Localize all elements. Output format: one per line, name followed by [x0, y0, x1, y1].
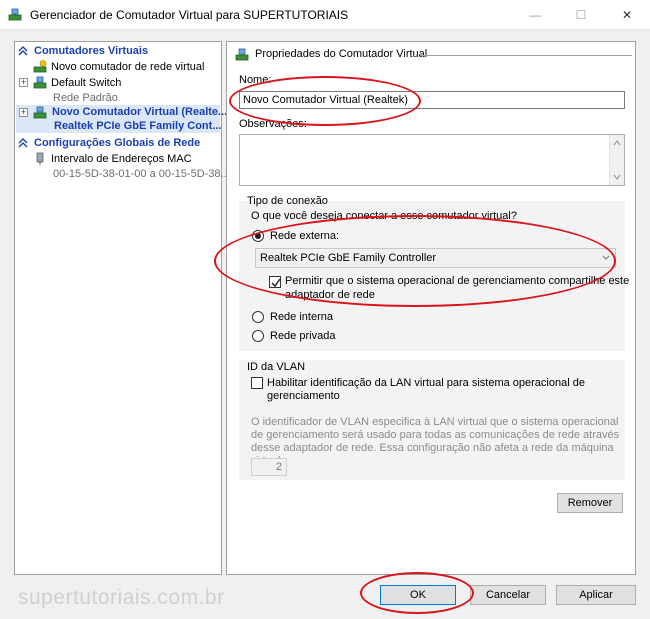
- external-network-radio[interactable]: [252, 230, 264, 242]
- properties-title: Propriedades do Comutador Virtual: [235, 47, 632, 63]
- remove-button[interactable]: Remover: [557, 493, 623, 513]
- section-global-settings-label: Configurações Globais de Rede: [34, 137, 201, 149]
- private-network-radio[interactable]: [252, 330, 264, 342]
- minimize-button[interactable]: —: [512, 0, 558, 30]
- section-virtual-switches-label: Comutadores Virtuais: [34, 45, 149, 57]
- network-switch-icon: [235, 48, 249, 61]
- apply-button[interactable]: Aplicar: [556, 585, 636, 605]
- internal-network-radio[interactable]: [252, 311, 264, 323]
- title-bar: Gerenciador de Comutador Virtual para SU…: [0, 0, 650, 30]
- properties-title-label: Propriedades do Comutador Virtual: [255, 48, 428, 60]
- vlan-enable-label-line1: Habilitar identificação da LAN virtual p…: [267, 377, 585, 389]
- expand-icon[interactable]: +: [19, 108, 28, 117]
- tree-item-mac-range[interactable]: Intervalo de Endereços MAC: [15, 151, 221, 167]
- chevron-up-icon: [18, 138, 28, 148]
- tree-item-default-switch-label: Default Switch: [51, 77, 122, 89]
- external-network-label: Rede externa:: [270, 230, 340, 242]
- vlan-id-input[interactable]: 2: [251, 458, 287, 476]
- mac-range-subtitle: 00-15-5D-38-01-00 a 00-15-5D-38...: [53, 168, 230, 180]
- maximize-button[interactable]: ☐: [558, 0, 604, 30]
- vlan-enable-checkbox[interactable]: [251, 377, 263, 389]
- allow-mgmt-checkbox[interactable]: [269, 276, 281, 288]
- network-adapter-icon: [36, 152, 44, 165]
- name-label: Nome:: [239, 74, 272, 86]
- notes-scrollbar[interactable]: [609, 135, 624, 185]
- chevron-down-icon: [602, 255, 610, 260]
- divider: [420, 55, 632, 56]
- checkmark-icon: [271, 278, 281, 288]
- notes-textarea[interactable]: [239, 134, 625, 186]
- network-switch-icon: [33, 106, 47, 119]
- cancel-button[interactable]: Cancelar: [470, 585, 546, 605]
- name-input[interactable]: Novo Comutador Virtual (Realtek): [239, 91, 625, 109]
- chevron-up-icon: [18, 46, 28, 56]
- adapter-select-value: Realtek PCIe GbE Family Controller: [260, 252, 437, 264]
- notes-label: Observações:: [239, 118, 307, 130]
- tree-item-mac-range-label: Intervalo de Endereços MAC: [51, 153, 192, 165]
- scroll-down-icon[interactable]: [613, 173, 621, 181]
- window-title: Gerenciador de Comutador Virtual para SU…: [30, 8, 349, 22]
- new-switch-icon: [33, 60, 47, 73]
- connection-type-title: Tipo de conexão: [247, 195, 328, 207]
- default-switch-subtitle: Rede Padrão: [53, 92, 118, 104]
- selected-switch-label: Novo Comutador Virtual (Realte...: [52, 106, 228, 118]
- expand-icon[interactable]: +: [19, 78, 28, 87]
- close-button[interactable]: ✕: [604, 0, 650, 30]
- adapter-select[interactable]: Realtek PCIe GbE Family Controller: [255, 248, 616, 268]
- allow-mgmt-label-line2: adaptador de rede: [285, 289, 375, 301]
- vlan-description: O identificador de VLAN especifica à LAN…: [251, 416, 620, 467]
- private-network-label: Rede privada: [270, 330, 336, 342]
- tree-item-selected-switch[interactable]: + Novo Comutador Virtual (Realte... Real…: [16, 105, 227, 133]
- selected-switch-subtitle: Realtek PCIe GbE Family Cont...: [54, 120, 222, 132]
- allow-mgmt-label-line1: Permitir que o sistema operacional de ge…: [285, 275, 630, 287]
- watermark: supertutoriais.com.br: [18, 586, 225, 609]
- properties-panel: Propriedades do Comutador Virtual Nome: …: [226, 41, 636, 575]
- section-virtual-switches[interactable]: Comutadores Virtuais: [16, 44, 220, 58]
- connection-question: O que você deseja conectar a esse comuta…: [251, 210, 517, 222]
- vlan-group: ID da VLAN Habilitar identificação da LA…: [239, 360, 625, 480]
- tree-item-default-switch[interactable]: + Default Switch: [15, 75, 221, 91]
- network-switch-icon: [8, 8, 22, 21]
- section-global-settings[interactable]: Configurações Globais de Rede: [16, 136, 220, 150]
- vlan-enable-label-line2: gerenciamento: [267, 390, 340, 402]
- tree-item-new-switch-label: Novo comutador de rede virtual: [51, 61, 205, 73]
- ok-button[interactable]: OK: [380, 585, 456, 605]
- switch-tree-panel: Comutadores Virtuais Novo comutador de r…: [14, 41, 230, 575]
- internal-network-label: Rede interna: [270, 311, 333, 323]
- vlan-title: ID da VLAN: [247, 361, 306, 373]
- network-switch-icon: [33, 76, 47, 89]
- connection-type-group: Tipo de conexão O que você deseja conect…: [239, 195, 629, 351]
- tree-item-new-switch[interactable]: Novo comutador de rede virtual: [15, 59, 221, 75]
- scroll-up-icon[interactable]: [613, 139, 621, 147]
